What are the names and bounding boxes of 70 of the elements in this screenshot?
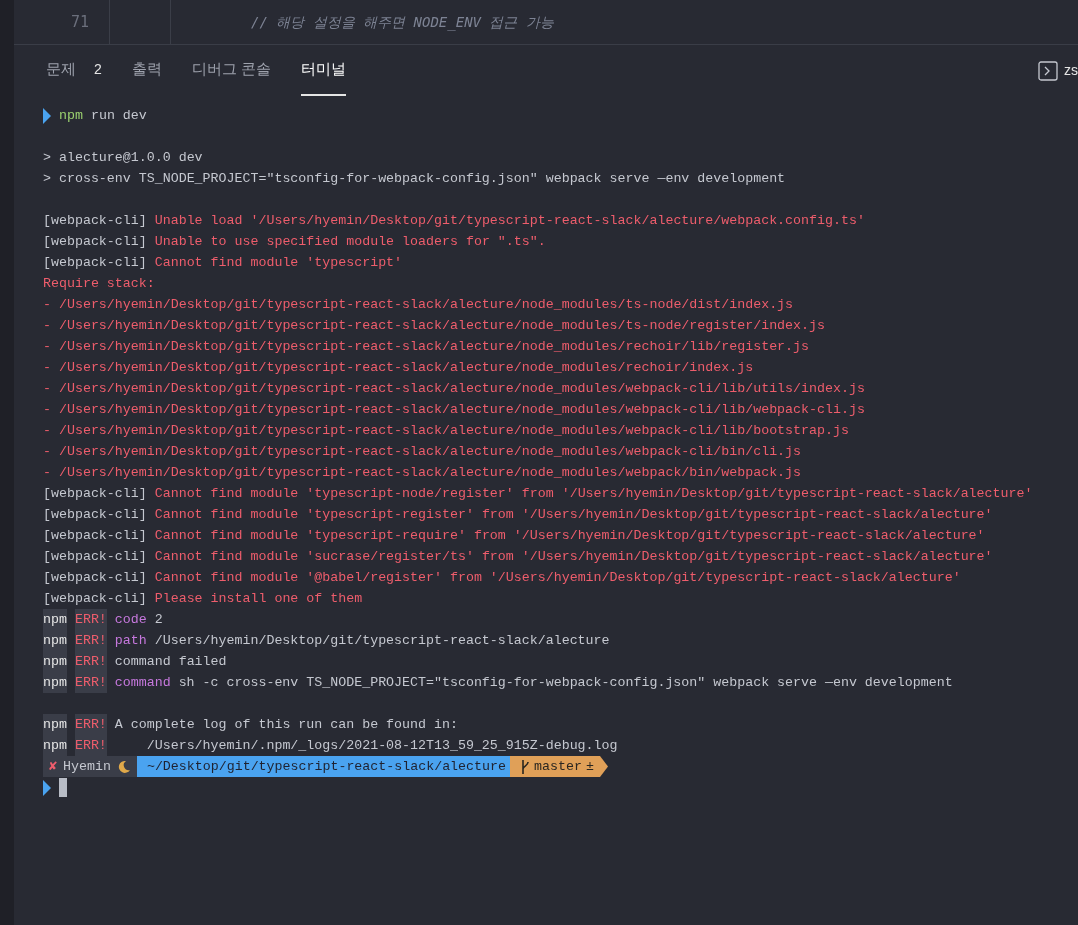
log-level-label: ERR! bbox=[74, 651, 107, 672]
terminal-text: > cross-env TS_NODE_PROJECT="tsconfig-for-webpack-config.json" webpack serve —env development bbox=[43, 170, 786, 188]
terminal-text: command bbox=[114, 674, 171, 692]
terminal-text: command failed bbox=[114, 653, 227, 671]
terminal-text: - /Users/hyemin/Desktop/git/typescript-react-slack/alecture/node_modules/webpack-cli/lib/webpack-cli.js bbox=[43, 401, 865, 419]
terminal-text: A complete log of this run can be found in: bbox=[114, 716, 458, 734]
log-level-label: npm bbox=[43, 714, 67, 735]
terminal-text: /Users/hyemin/Desktop/git/typescript-react-slack/alecture bbox=[154, 632, 610, 650]
terminal-text: run dev bbox=[89, 107, 147, 125]
terminal-text: Cannot find module 'typescript-register' from '/Users/hyemin/Desktop/git/typescript-react-slack/alecture' bbox=[154, 506, 993, 524]
terminal-text: - /Users/hyemin/Desktop/git/typescript-react-slack/alecture/node_modules/ts-node/dist/index.js bbox=[43, 296, 794, 314]
log-level-label: ERR! bbox=[74, 672, 107, 693]
terminal-text: npm bbox=[59, 107, 83, 125]
terminal-text: [webpack-cli] bbox=[43, 506, 148, 524]
log-level-label: npm bbox=[43, 651, 67, 672]
branch-icon bbox=[520, 759, 530, 774]
terminal-text: path bbox=[114, 632, 147, 650]
terminal-text: sh -c cross-env TS_NODE_PROJECT="tsconfig-for-webpack-config.json" webpack serve —env development bbox=[178, 674, 953, 692]
panel-tab[interactable]: 문제 2 bbox=[46, 45, 102, 96]
code-comment: // 해당 설정을 해주면 NODE_ENV 접근 가능 bbox=[251, 12, 554, 33]
prompt-status-segment: ✘ Hyemin bbox=[43, 756, 137, 777]
terminal-text: - /Users/hyemin/Desktop/git/typescript-react-slack/alecture/node_modules/rechoir/index.js bbox=[43, 359, 754, 377]
terminal-text: - /Users/hyemin/Desktop/git/typescript-react-slack/alecture/node_modules/rechoir/lib/register.js bbox=[43, 338, 810, 356]
terminal-text: Cannot find module 'sucrase/register/ts' from '/Users/hyemin/Desktop/git/typescript-react-slack/alecture' bbox=[154, 548, 993, 566]
log-level-label: npm bbox=[43, 630, 67, 651]
panel-tab[interactable]: 터미널 bbox=[300, 45, 346, 96]
terminal-text: - /Users/hyemin/Desktop/git/typescript-react-slack/alecture/node_modules/webpack/bin/webpack.js bbox=[43, 464, 802, 482]
terminal-text: Cannot find module 'typescript-require' from '/Users/hyemin/Desktop/git/typescript-react-slack/alecture' bbox=[154, 527, 985, 545]
problem-count: 2 bbox=[94, 60, 102, 79]
line-number: 71 bbox=[69, 11, 89, 33]
terminal-text: - /Users/hyemin/Desktop/git/typescript-react-slack/alecture/node_modules/webpack-cli/bin/cli.js bbox=[43, 443, 802, 461]
terminal-text: [webpack-cli] bbox=[43, 254, 148, 272]
log-level-label: ERR! bbox=[74, 630, 107, 651]
terminal-text: Unable load '/Users/hyemin/Desktop/git/typescript-react-slack/alecture/webpack.config.ts' bbox=[154, 212, 865, 230]
terminal-text: Unable to use specified module loaders for ".ts". bbox=[154, 233, 546, 251]
log-level-label: npm bbox=[43, 609, 67, 630]
panel-tab[interactable]: 출력 bbox=[131, 45, 162, 96]
terminal-icon bbox=[1038, 60, 1058, 81]
segment-end-icon bbox=[599, 756, 608, 777]
terminal-name[interactable]: zs bbox=[1064, 60, 1078, 81]
terminal-text: [webpack-cli] bbox=[43, 233, 148, 251]
terminal-text: [webpack-cli] bbox=[43, 548, 148, 566]
log-level-label: npm bbox=[43, 735, 67, 756]
terminal-text: Cannot find module 'typescript' bbox=[154, 254, 403, 272]
terminal-text: - /Users/hyemin/Desktop/git/typescript-react-slack/alecture/node_modules/webpack-cli/lib/bootstrap.js bbox=[43, 422, 849, 440]
prompt-arrow-icon bbox=[43, 107, 51, 124]
terminal-text: Require stack: bbox=[43, 275, 155, 293]
cursor bbox=[59, 778, 67, 797]
terminal-text: - /Users/hyemin/Desktop/git/typescript-react-slack/alecture/node_modules/ts-node/register/index.js bbox=[43, 317, 825, 335]
terminal-text: 2 bbox=[154, 611, 163, 629]
log-level-label: ERR! bbox=[74, 714, 107, 735]
log-level-label: npm bbox=[43, 672, 67, 693]
terminal-text: code bbox=[114, 611, 147, 629]
moon-icon bbox=[116, 759, 131, 774]
prompt-arrow-icon bbox=[43, 779, 51, 796]
terminal-text: [webpack-cli] bbox=[43, 527, 148, 545]
terminal-text: [webpack-cli] bbox=[43, 212, 148, 230]
panel-tab[interactable]: 디버그 콘솔 bbox=[191, 45, 271, 96]
terminal-text: Cannot find module 'typescript-node/register' from '/Users/hyemin/Desktop/git/typescript-react-slack/alecture' bbox=[154, 485, 1033, 503]
terminal-text: Cannot find module '@babel/register' from '/Users/hyemin/Desktop/git/typescript-react-slack/alecture' bbox=[154, 569, 961, 587]
terminal-text: /Users/hyemin/.npm/_logs/2021-08-12T13_59_25_915Z-debug.log bbox=[145, 737, 618, 755]
terminal-text: Please install one of them bbox=[154, 590, 363, 608]
terminal-text: [webpack-cli] bbox=[43, 590, 148, 608]
terminal-text: [webpack-cli] bbox=[43, 485, 148, 503]
terminal-text: - /Users/hyemin/Desktop/git/typescript-react-slack/alecture/node_modules/webpack-cli/lib/utils/index.js bbox=[43, 380, 865, 398]
terminal-text: > alecture@1.0.0 dev bbox=[43, 149, 203, 167]
prompt-path-segment: ~/Desktop/git/typescript-react-slack/alecture bbox=[136, 756, 510, 777]
log-level-label: ERR! bbox=[74, 735, 107, 756]
log-level-label: ERR! bbox=[74, 609, 107, 630]
terminal-text: [webpack-cli] bbox=[43, 569, 148, 587]
